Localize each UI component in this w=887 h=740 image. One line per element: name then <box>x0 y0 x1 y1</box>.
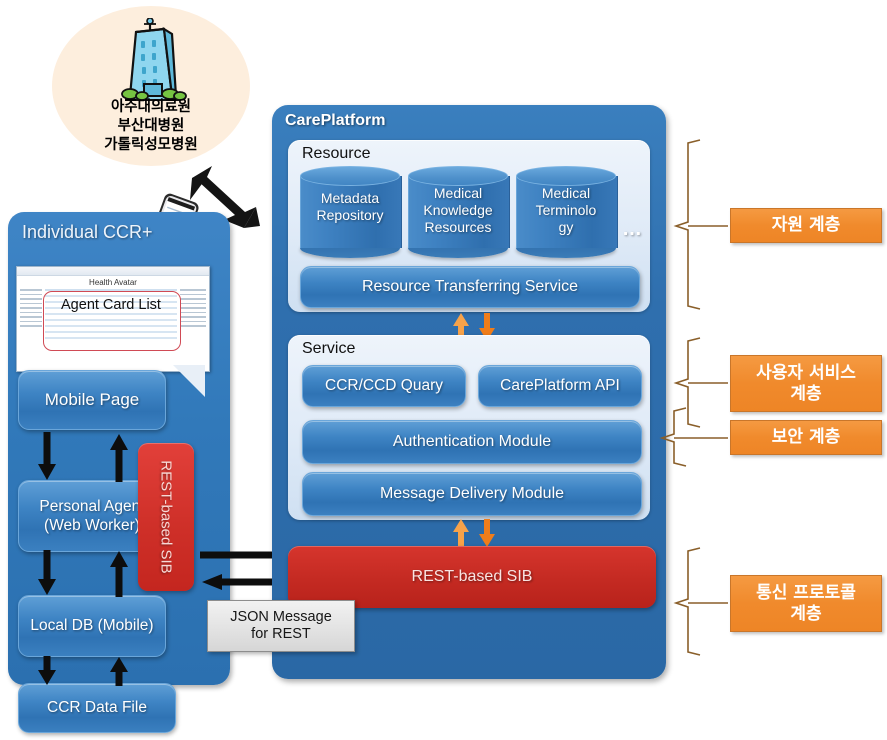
json-message-line-2: for REST <box>251 626 311 642</box>
health-avatar-thumbnail[interactable]: Health Avatar Agent Card List <box>16 266 210 372</box>
mobile-page-box[interactable]: Mobile Page <box>18 370 166 430</box>
arrow-local-db-to-ccr-data-file <box>38 656 56 685</box>
layer-label-resource: 자원 계층 <box>730 208 882 243</box>
layer-user-service-line-2: 계층 <box>790 383 822 404</box>
personal-agent-line-1: Personal Agent <box>39 498 145 515</box>
medical-terminology-line-2: Terminolo <box>535 202 597 218</box>
rest-based-sib-vertical-box[interactable]: REST-based SIB <box>138 443 194 591</box>
rest-based-sib-vertical-label: REST-based SIB <box>157 460 175 574</box>
careplatform-title: CarePlatform <box>285 112 386 129</box>
arrow-personal-agent-to-mobile-page <box>110 434 128 482</box>
local-db-box[interactable]: Local DB (Mobile) <box>18 595 166 657</box>
resource-transferring-service-box[interactable]: Resource Transferring Service <box>300 266 640 308</box>
arrow-local-db-to-personal-agent <box>110 551 128 597</box>
metadata-repository-line-1: Metadata <box>320 190 380 206</box>
medical-terminology-line-3: gy <box>558 219 574 235</box>
hospital-name-line-3: 가톨릭성모병원 <box>104 137 198 153</box>
layer-comm-line-2: 계층 <box>790 603 822 624</box>
hospital-name-labels: 아주대의료원 부산대병원 가톨릭성모병원 <box>52 98 250 155</box>
thumbnail-titlebar <box>17 267 209 276</box>
thumbnail-left-column <box>20 289 42 367</box>
arrow-personal-agent-to-local-db <box>38 550 56 595</box>
medical-knowledge-resources-cylinder[interactable]: Medical Knowledge Resources <box>408 166 510 258</box>
authentication-module-box[interactable]: Authentication Module <box>302 420 642 464</box>
resource-more-ellipsis: … <box>622 218 644 240</box>
medical-knowledge-line-3: Resources <box>424 219 492 235</box>
rest-based-sib-box[interactable]: REST-based SIB <box>288 546 656 608</box>
layer-label-user-service: 사용자 서비스 계층 <box>730 355 882 412</box>
thumbnail-window-title: Health Avatar <box>89 278 137 287</box>
json-message-callout: JSON Message for REST <box>207 600 355 652</box>
personal-agent-line-2: (Web Worker) <box>44 517 140 534</box>
medical-knowledge-line-1: Medical <box>433 185 483 201</box>
agent-card-list-label: Agent Card List <box>61 297 161 313</box>
hospital-building-icon <box>121 18 187 101</box>
resource-section-label: Resource <box>302 145 371 162</box>
thumbnail-fold-corner <box>173 365 205 397</box>
arrow-mobile-page-to-personal-agent <box>38 432 56 480</box>
json-message-line-1: JSON Message <box>230 609 332 625</box>
layer-comm-line-1: 통신 프로토콜 <box>756 582 856 603</box>
medical-terminology-cylinder[interactable]: Medical Terminolo gy <box>516 166 618 258</box>
individual-ccr-title: Individual CCR+ <box>22 222 153 242</box>
layer-label-communication-protocol: 통신 프로토콜 계층 <box>730 575 882 632</box>
layer-label-security: 보안 계층 <box>730 420 882 455</box>
medical-knowledge-line-2: Knowledge <box>423 202 493 218</box>
orange-arrows-service-sib <box>453 519 495 547</box>
ccr-ccd-query-box[interactable]: CCR/CCD Quary <box>302 365 466 407</box>
metadata-repository-line-2: Repository <box>316 207 384 223</box>
metadata-repository-cylinder[interactable]: Metadata Repository <box>300 166 402 258</box>
medical-terminology-line-1: Medical <box>541 185 591 201</box>
hospital-name-line-1: 아주대의료원 <box>110 99 192 115</box>
arrow-ccr-data-file-to-local-db <box>110 657 128 686</box>
careplatform-api-box[interactable]: CarePlatform API <box>478 365 642 407</box>
service-section-label: Service <box>302 340 356 357</box>
layer-user-service-line-1: 사용자 서비스 <box>756 362 856 383</box>
thumbnail-right-column <box>180 289 206 367</box>
ccr-data-file-box[interactable]: CCR Data File <box>18 683 176 733</box>
hospital-name-line-2: 부산대병원 <box>117 118 185 134</box>
message-delivery-module-box[interactable]: Message Delivery Module <box>302 472 642 516</box>
